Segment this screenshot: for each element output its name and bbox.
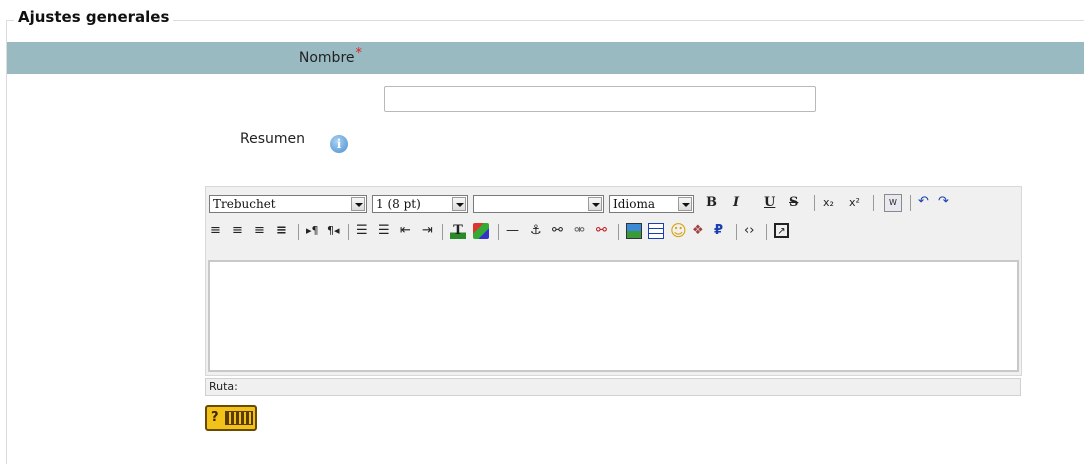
ltr-icon[interactable]: ▸¶ [306, 223, 319, 239]
insert-image-icon[interactable] [626, 223, 642, 239]
horizontal-rule-icon[interactable]: — [506, 223, 519, 239]
chevron-down-icon [351, 197, 365, 211]
smiley-icon[interactable]: ☺ [670, 223, 687, 239]
toolbar-divider [766, 224, 767, 240]
chevron-down-icon [452, 197, 466, 211]
align-left-icon[interactable]: ≡ [210, 223, 221, 239]
search-replace-icon[interactable]: ₽ [714, 223, 723, 239]
keyboard-help-icon[interactable]: ? [205, 405, 257, 431]
font-select[interactable]: Trebuchet [209, 195, 367, 213]
anchor-icon[interactable]: ⚓ [530, 223, 542, 239]
format-select[interactable] [473, 195, 604, 213]
background-color-icon[interactable] [473, 223, 489, 239]
link-icon[interactable]: ⚯ [552, 223, 563, 239]
toolbar-divider [814, 195, 815, 211]
toolbar-divider [910, 195, 911, 211]
unordered-list-icon[interactable]: ☰ [378, 223, 390, 239]
unlink-icon[interactable]: ⚯ [596, 223, 607, 239]
insert-table-icon[interactable] [648, 223, 664, 239]
section-legend: Ajustes generales [14, 8, 174, 26]
nombre-label: Nombre* [298, 46, 362, 66]
text-color-icon[interactable]: T [450, 223, 466, 239]
rtl-icon[interactable]: ¶◂ [327, 223, 340, 239]
italic-button[interactable]: I [733, 195, 739, 211]
toolbar-divider [498, 224, 499, 240]
paste-word-icon[interactable]: W [884, 194, 902, 212]
toolbar-divider [736, 224, 737, 240]
info-icon[interactable]: i [330, 135, 348, 153]
toolbar-divider [442, 224, 443, 240]
size-select[interactable]: 1 (8 pt) [372, 195, 468, 213]
justify-icon[interactable]: ≡ [276, 223, 287, 239]
html-source-icon[interactable]: ‹› [744, 223, 754, 239]
underline-button[interactable]: U [764, 195, 775, 211]
resumen-label: Resumen [240, 131, 306, 147]
chevron-down-icon [588, 197, 602, 211]
toolbar-divider [873, 195, 874, 211]
required-marker: * [355, 46, 363, 61]
editor-path-bar: Ruta: [205, 378, 1021, 396]
language-select[interactable]: Idioma [609, 195, 694, 213]
align-center-icon[interactable]: ≡ [232, 223, 243, 239]
toolbar-divider [348, 224, 349, 240]
toolbar-divider [618, 224, 619, 240]
nombre-row: Nombre* [7, 42, 1084, 74]
redo-icon[interactable]: ↷ [938, 194, 949, 210]
nombre-label-text: Nombre [298, 50, 355, 66]
undo-icon[interactable]: ↶ [918, 194, 929, 210]
superscript-button[interactable]: x² [849, 195, 860, 211]
bold-button[interactable]: B [706, 195, 717, 211]
ordered-list-icon[interactable]: ☰ [356, 223, 368, 239]
chevron-down-icon [678, 197, 692, 211]
html-editor: Trebuchet 1 (8 pt) Idioma B I U S x₂ x² … [205, 186, 1022, 376]
strikethrough-button[interactable]: S [789, 195, 798, 211]
outdent-icon[interactable]: ⇤ [400, 223, 411, 239]
fullscreen-icon[interactable]: ↗ [774, 223, 789, 238]
nolink-icon[interactable]: ⚮ [574, 223, 585, 239]
keyboard-icon [225, 411, 253, 425]
insert-char-icon[interactable]: ❖ [692, 223, 704, 239]
nombre-input[interactable] [384, 86, 816, 112]
toolbar-divider [298, 224, 299, 240]
indent-icon[interactable]: ⇥ [422, 223, 433, 239]
subscript-button[interactable]: x₂ [823, 195, 834, 211]
resumen-textarea[interactable] [208, 260, 1019, 372]
align-right-icon[interactable]: ≡ [254, 223, 265, 239]
